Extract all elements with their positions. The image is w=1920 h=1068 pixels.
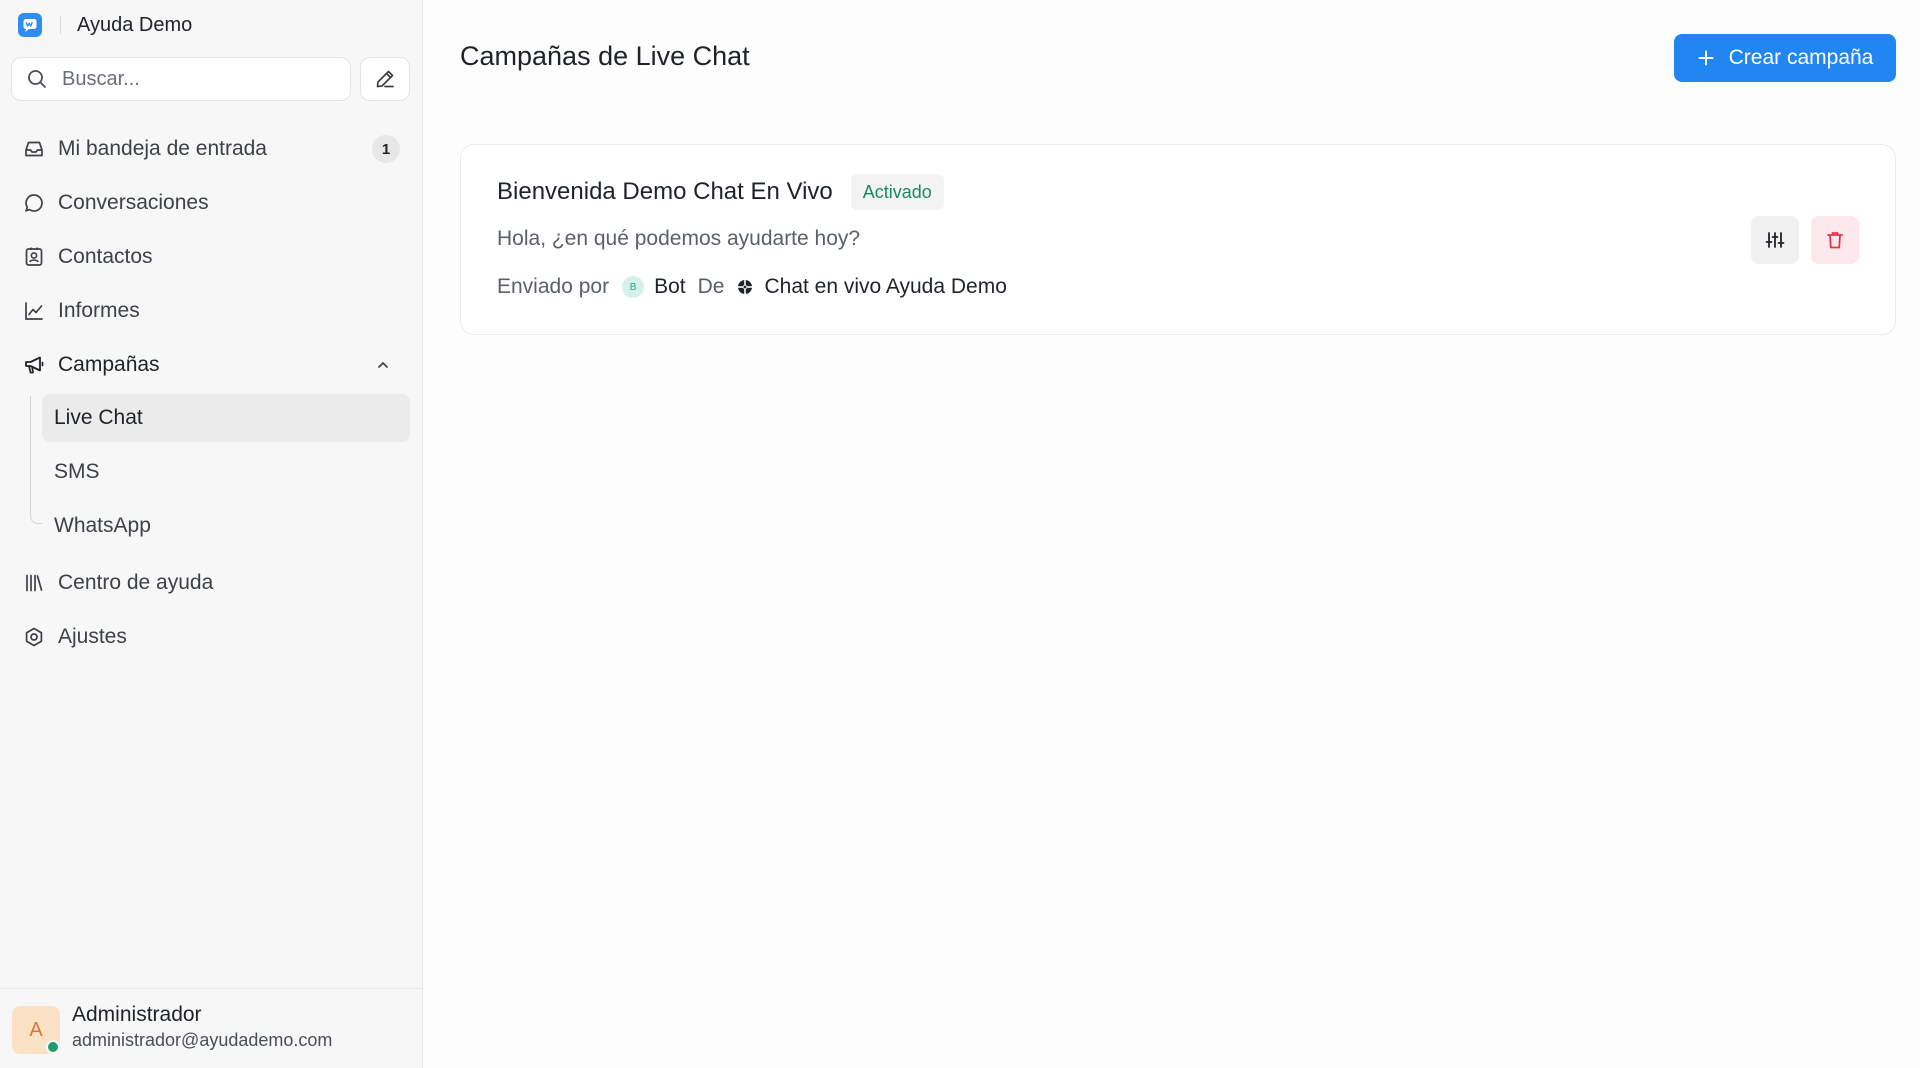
status-badge: Activado <box>850 174 944 210</box>
nav-label-settings: Ajustes <box>58 625 127 648</box>
brand-divider <box>60 16 61 34</box>
nav-label-help-center: Centro de ayuda <box>58 571 214 594</box>
user-email: administrador@ayudademo.com <box>72 1030 333 1050</box>
nav-label-inbox: Mi bandeja de entrada <box>58 137 267 160</box>
settings-hexagon-icon <box>22 625 46 649</box>
create-campaign-button[interactable]: Crear campaña <box>1674 34 1896 82</box>
online-status-dot <box>46 1040 60 1054</box>
nav-item-conversations[interactable]: Conversaciones <box>10 176 410 230</box>
nav-label-contacts: Contactos <box>58 245 153 268</box>
user-name: Administrador <box>72 1003 202 1026</box>
subnav-item-sms[interactable]: SMS <box>42 448 410 496</box>
subnav-item-live-chat[interactable]: Live Chat <box>42 394 410 442</box>
library-icon <box>22 571 46 595</box>
from-label: De <box>697 275 725 298</box>
nav-item-settings[interactable]: Ajustes <box>10 610 410 664</box>
nav-label-reports: Informes <box>58 299 140 322</box>
campaign-title-row: Bienvenida Demo Chat En Vivo Activado <box>497 174 944 210</box>
compose-button[interactable] <box>360 57 410 101</box>
nav-item-contacts[interactable]: Contactos <box>10 230 410 284</box>
sliders-icon <box>1765 230 1785 250</box>
sidebar: Ayuda Demo Mi b <box>0 0 423 1068</box>
nav-item-campaigns[interactable]: Campañas <box>10 338 410 392</box>
chevron-up-icon[interactable] <box>372 354 394 376</box>
trash-icon <box>1825 230 1845 250</box>
sender-name: Bot <box>654 275 686 298</box>
nav-label-conversations: Conversaciones <box>58 191 209 214</box>
inbox-icon <box>22 137 46 161</box>
brand: Ayuda Demo <box>18 12 192 38</box>
main-nav: Mi bandeja de entrada 1 Conversaciones C… <box>10 122 410 664</box>
brand-logo-icon <box>18 13 42 37</box>
search-input[interactable] <box>60 66 320 92</box>
nav-label-campaigns: Campañas <box>58 353 160 376</box>
subnav-tree-line <box>30 396 42 524</box>
campaign-card: Bienvenida Demo Chat En Vivo Activado Ho… <box>460 144 1896 335</box>
campaign-title: Bienvenida Demo Chat En Vivo <box>497 178 833 205</box>
edit-campaign-button[interactable] <box>1751 216 1799 264</box>
subnav-item-whatsapp[interactable]: WhatsApp <box>42 502 410 550</box>
sent-by-label: Enviado por <box>497 275 610 298</box>
megaphone-icon <box>22 353 46 377</box>
create-campaign-label: Crear campaña <box>1728 46 1874 69</box>
brand-name: Ayuda Demo <box>77 13 193 36</box>
line-chart-icon <box>22 299 46 323</box>
campaign-meta: Enviado por B Bot De Chat en vivo Ayuda … <box>497 275 1007 299</box>
page-title: Campañas de Live Chat <box>460 41 750 71</box>
inbox-count-badge: 1 <box>372 135 400 163</box>
nav-item-inbox[interactable]: Mi bandeja de entrada 1 <box>10 122 410 176</box>
live-chat-inbox-icon <box>736 278 754 296</box>
search-icon <box>26 68 48 90</box>
current-user[interactable]: A Administrador administrador@ayudademo.… <box>0 988 423 1068</box>
nav-item-reports[interactable]: Informes <box>10 284 410 338</box>
campaign-message: Hola, ¿en qué podemos ayudarte hoy? <box>497 227 861 250</box>
campaigns-subnav: Live Chat SMS WhatsApp <box>30 394 410 550</box>
search-box[interactable] <box>11 57 351 101</box>
pencil-icon <box>374 68 396 90</box>
plus-icon <box>1697 49 1715 67</box>
nav-item-help-center[interactable]: Centro de ayuda <box>10 556 410 610</box>
contact-card-icon <box>22 245 46 269</box>
delete-campaign-button[interactable] <box>1811 216 1859 264</box>
inbox-name: Chat en vivo Ayuda Demo <box>764 275 1007 298</box>
sender-avatar: B <box>622 276 645 298</box>
chat-bubble-icon <box>22 191 46 215</box>
